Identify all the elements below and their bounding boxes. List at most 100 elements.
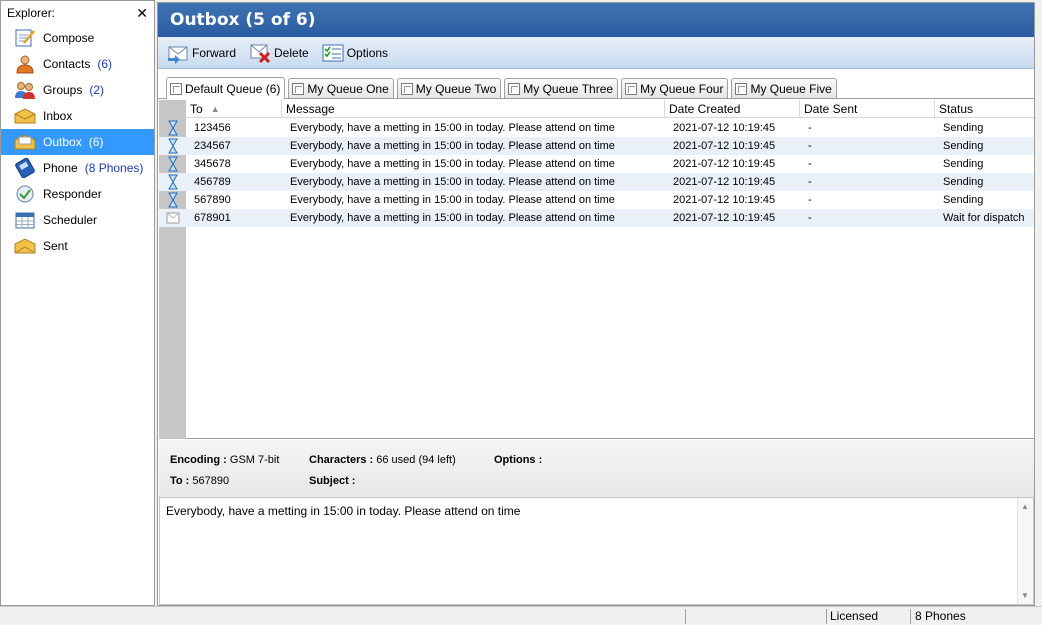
- nav-item-groups[interactable]: Groups (2): [1, 77, 154, 103]
- to-label: To :: [170, 475, 190, 487]
- compose-icon: [13, 27, 37, 49]
- delete-icon: [248, 42, 272, 64]
- tab-my-queue-five[interactable]: My Queue Five: [731, 78, 837, 98]
- column-header-to[interactable]: To ▲: [186, 100, 282, 117]
- message-body-box[interactable]: Everybody, have a metting in 15:00 in to…: [159, 497, 1034, 605]
- tab-my-queue-three[interactable]: My Queue Three: [504, 78, 619, 98]
- scheduler-icon: [13, 209, 37, 231]
- outbox-icon: [13, 131, 37, 153]
- column-header-date-created[interactable]: Date Created: [665, 100, 800, 117]
- table-row[interactable]: 123456 Everybody, have a metting in 15:0…: [159, 119, 1034, 137]
- table-row[interactable]: 567890 Everybody, have a metting in 15:0…: [159, 191, 1034, 209]
- nav-item-outbox[interactable]: Outbox (6): [1, 129, 154, 155]
- nav-count: (8 Phones): [84, 161, 144, 175]
- status-separator: [826, 609, 827, 624]
- column-header-date-sent[interactable]: Date Sent: [800, 100, 935, 117]
- cell-status: Sending: [943, 176, 984, 188]
- cell-date-created: 2021-07-12 10:19:45: [673, 176, 776, 188]
- nav-count: (2): [89, 83, 105, 97]
- cell-status: Sending: [943, 194, 984, 206]
- explorer-title: Explorer:: [7, 6, 56, 20]
- characters-field: Characters : 66 used (94 left): [309, 454, 456, 466]
- status-separator: [685, 609, 686, 624]
- nav-item-contacts[interactable]: Contacts (6): [1, 51, 154, 77]
- hourglass-icon: [159, 191, 186, 209]
- cell-date-created: 2021-07-12 10:19:45: [673, 212, 776, 224]
- cell-to: 123456: [194, 122, 231, 134]
- encoding-value: GSM 7-bit: [229, 454, 280, 466]
- tab-default-queue[interactable]: Default Queue (6): [166, 77, 286, 99]
- nav-label: Compose: [43, 31, 95, 45]
- nav-item-inbox[interactable]: Inbox: [1, 103, 154, 129]
- column-label: Status: [939, 101, 974, 116]
- tab-label: My Queue Two: [415, 81, 497, 96]
- close-icon[interactable]: ✕: [136, 6, 148, 20]
- to-field: To : 567890: [170, 475, 229, 487]
- outbox-grid: To ▲ Message Date Created Date Sent Statu…: [159, 100, 1034, 439]
- cell-date-sent: -: [808, 140, 812, 152]
- message-details: Encoding : GSM 7-bit Characters : 66 use…: [159, 440, 1034, 498]
- status-bar: Licensed 8 Phones: [0, 606, 1042, 625]
- delete-button[interactable]: Delete: [248, 40, 309, 66]
- toolbar: Forward Delete Options: [158, 37, 1034, 69]
- tab-my-queue-four[interactable]: My Queue Four: [621, 78, 729, 98]
- delete-label: Delete: [274, 45, 309, 60]
- column-header-status[interactable]: Status: [935, 100, 1034, 117]
- characters-label: Characters :: [309, 454, 374, 466]
- hourglass-icon: [159, 155, 186, 173]
- nav-item-compose[interactable]: Compose: [1, 25, 154, 51]
- column-label: Date Sent: [804, 101, 858, 116]
- cell-status: Sending: [943, 140, 984, 152]
- cell-date-sent: -: [808, 158, 812, 170]
- responder-icon: [13, 183, 37, 205]
- queue-tabs: Default Queue (6) My Queue One My Queue …: [158, 69, 1034, 99]
- cell-message: Everybody, have a metting in 15:00 in to…: [290, 176, 615, 188]
- cell-message: Everybody, have a metting in 15:00 in to…: [290, 122, 615, 134]
- nav-label: Groups: [43, 83, 83, 97]
- message-scrollbar[interactable]: ▲ ▼: [1017, 498, 1033, 604]
- cell-to: 678901: [194, 212, 231, 224]
- nav-item-sent[interactable]: Sent: [1, 233, 154, 259]
- queue-icon: [735, 82, 748, 95]
- scroll-up-icon[interactable]: ▲: [1021, 502, 1029, 511]
- hourglass-icon: [159, 119, 186, 137]
- cell-to: 234567: [194, 140, 231, 152]
- cell-status: Sending: [943, 122, 984, 134]
- options-field: Options :: [494, 454, 542, 466]
- tab-my-queue-one[interactable]: My Queue One: [288, 78, 394, 98]
- sent-icon: [13, 235, 37, 257]
- page-title-bar: Outbox (5 of 6): [158, 3, 1034, 37]
- forward-label: Forward: [192, 45, 237, 60]
- cell-date-sent: -: [808, 194, 812, 206]
- nav-item-scheduler[interactable]: Scheduler: [1, 207, 154, 233]
- inbox-icon: [13, 105, 37, 127]
- options-button[interactable]: Options: [321, 40, 388, 66]
- column-label: To: [190, 101, 203, 116]
- tab-label: My Queue Four: [640, 81, 724, 96]
- explorer-panel: Explorer: ✕ Compose Contacts (6) Groups …: [0, 0, 155, 606]
- status-separator: [910, 609, 911, 624]
- nav-label: Outbox: [43, 135, 82, 149]
- tab-my-queue-two[interactable]: My Queue Two: [396, 78, 502, 98]
- table-row[interactable]: 456789 Everybody, have a metting in 15:0…: [159, 173, 1034, 191]
- options-label: Options :: [494, 454, 543, 466]
- nav-label: Contacts: [43, 57, 91, 71]
- scroll-down-icon[interactable]: ▼: [1021, 591, 1029, 600]
- table-row[interactable]: 234567 Everybody, have a metting in 15:0…: [159, 137, 1034, 155]
- table-row[interactable]: 678901 Everybody, have a metting in 15:0…: [159, 209, 1034, 227]
- nav-label: Scheduler: [43, 213, 98, 227]
- nav-item-phone[interactable]: Phone (8 Phones): [1, 155, 154, 181]
- options-icon: [321, 42, 345, 64]
- cell-date-sent: -: [808, 176, 812, 188]
- cell-message: Everybody, have a metting in 15:00 in to…: [290, 158, 615, 170]
- cell-date-created: 2021-07-12 10:19:45: [673, 140, 776, 152]
- table-row[interactable]: 345678 Everybody, have a metting in 15:0…: [159, 155, 1034, 173]
- cell-date-created: 2021-07-12 10:19:45: [673, 122, 776, 134]
- forward-button[interactable]: Forward: [166, 40, 236, 66]
- explorer-header: Explorer: ✕: [1, 1, 154, 25]
- column-header-message[interactable]: Message: [282, 100, 665, 117]
- nav-item-responder[interactable]: Responder: [1, 181, 154, 207]
- characters-value: 66 used (94 left): [376, 454, 456, 466]
- cell-status: Wait for dispatch: [943, 212, 1025, 224]
- tab-label: Default Queue (6): [185, 81, 281, 96]
